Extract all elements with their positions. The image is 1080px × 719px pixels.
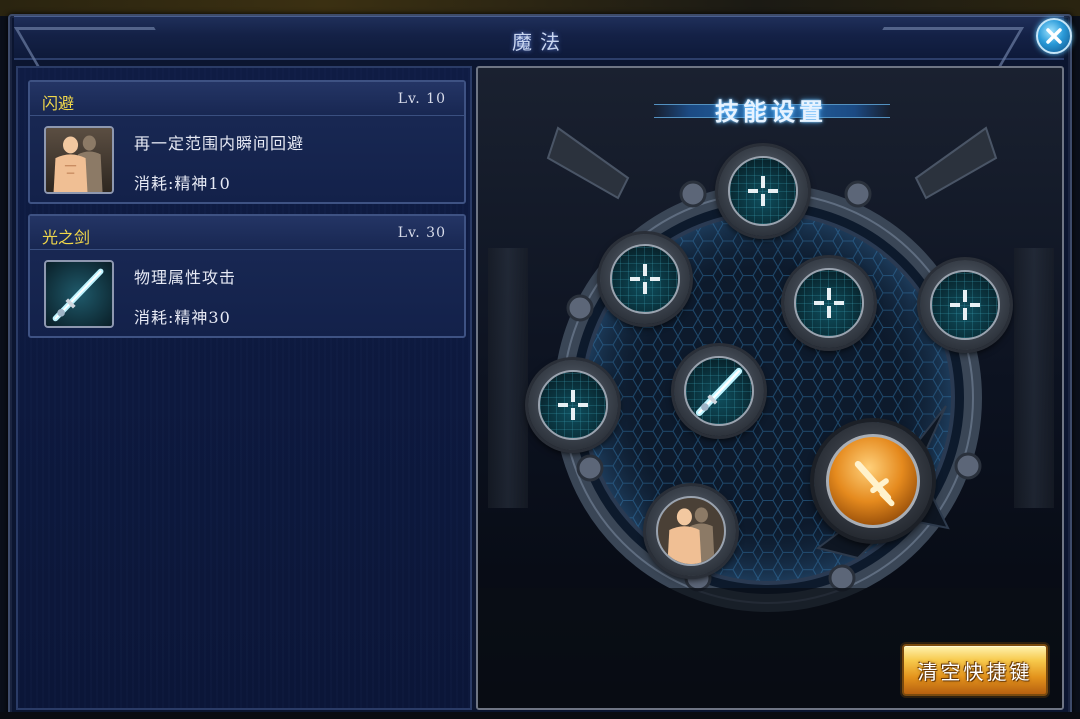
title-corner-left [14, 27, 180, 71]
empty-slot-icon [748, 176, 778, 206]
dodge-figure-icon [656, 496, 726, 566]
empty-slot-icon [630, 264, 660, 294]
sword-icon [854, 460, 895, 507]
skill-level: Lv. 10 [397, 91, 446, 107]
empty-slot-icon [558, 390, 588, 420]
skill-card-light-sword[interactable]: 光之剑 Lv. 30 物理属性攻击 消耗:精神30 [28, 214, 466, 338]
skill-slot-left[interactable] [528, 360, 618, 450]
skill-slot-upper-right[interactable] [920, 260, 1010, 350]
skill-description: 物理属性攻击 [134, 268, 237, 287]
close-button[interactable] [1036, 18, 1072, 54]
light-sword-icon[interactable] [44, 260, 114, 328]
skill-card-header: 光之剑 Lv. 30 [30, 216, 464, 250]
settings-title: 技能设置 [715, 96, 827, 126]
settings-banner: 技能设置 [646, 92, 896, 126]
skill-list-panel: 闪避 Lv. 10 再一定范围内瞬间回避 消耗:精神10 光之剑 Lv. 30 … [16, 66, 472, 710]
title-corner-right [858, 27, 1024, 71]
dodge-figure-icon[interactable] [44, 126, 114, 194]
skill-settings-panel: 技能设置 清空快捷键 [476, 66, 1064, 710]
empty-slot-icon [814, 288, 844, 318]
skill-card-dodge[interactable]: 闪避 Lv. 10 再一定范围内瞬间回避 消耗:精神10 [28, 80, 466, 204]
close-icon [1046, 28, 1062, 44]
empty-slot-icon [950, 290, 980, 320]
game-background-strip-bottom [0, 712, 1080, 719]
attack-button[interactable] [814, 422, 932, 540]
skill-slot-middle[interactable] [784, 258, 874, 348]
skill-slot-center[interactable] [674, 346, 764, 436]
skill-cost: 消耗:精神10 [134, 174, 231, 193]
clear-hotkeys-button[interactable]: 清空快捷键 [902, 644, 1048, 696]
skill-description: 再一定范围内瞬间回避 [134, 134, 305, 153]
skill-card-header: 闪避 Lv. 10 [30, 82, 464, 116]
light-sword-icon [684, 356, 754, 426]
window-title: 魔法 [512, 30, 568, 54]
skill-slot-top[interactable] [718, 146, 808, 236]
skill-cost: 消耗:精神30 [134, 308, 231, 327]
skill-name: 闪避 [42, 94, 75, 113]
skill-level: Lv. 30 [397, 225, 446, 241]
skill-slot-bottom[interactable] [646, 486, 736, 576]
skill-slot-upper-left[interactable] [600, 234, 690, 324]
skill-name: 光之剑 [42, 228, 91, 247]
